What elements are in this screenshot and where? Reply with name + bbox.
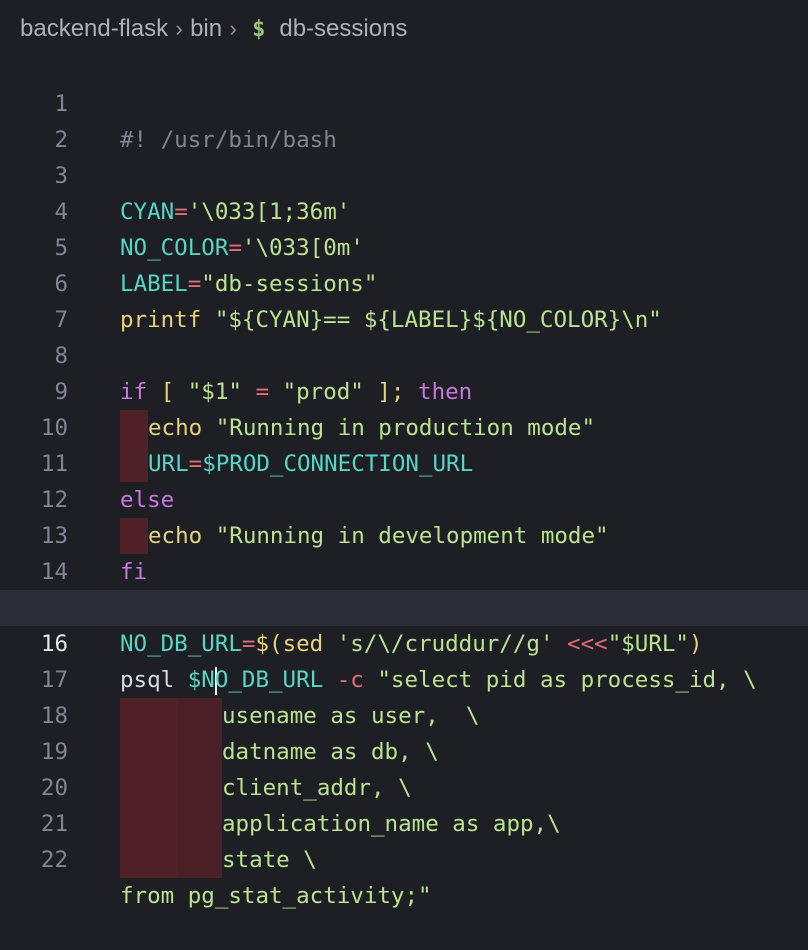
code-line-12[interactable]: 12 echo "Running in development mode": [0, 446, 808, 554]
indent-error-marker: [178, 842, 222, 878]
code-line-21[interactable]: 21 state \: [0, 770, 808, 878]
code-line-17[interactable]: 17 usename as user, \: [0, 626, 808, 734]
chevron-right-icon: ›: [175, 16, 183, 41]
code-line-11[interactable]: 11 else: [0, 410, 808, 513]
code-line-10[interactable]: 10 URL=$PROD_CONNECTION_URL: [0, 374, 808, 482]
code-line-2[interactable]: 2: [0, 86, 808, 153]
string-literal: state \: [222, 847, 317, 873]
breadcrumb-subfolder[interactable]: bin: [190, 15, 222, 43]
code-line-14[interactable]: 14: [0, 518, 808, 585]
breadcrumb: backend-flask › bin › $ db-sessions: [20, 12, 407, 46]
code-line-5[interactable]: 5 LABEL="db-sessions": [0, 194, 808, 297]
string-literal: from pg_stat_activity;": [120, 883, 432, 909]
code-line-19[interactable]: 19 client_addr, \: [0, 698, 808, 806]
breadcrumb-folder[interactable]: backend-flask: [20, 15, 168, 43]
chevron-right-icon: ›: [229, 16, 237, 41]
code-editor[interactable]: 1 #! /usr/bin/bash 2 3 CYAN='\033[1;36m'…: [0, 50, 808, 909]
code-line-15[interactable]: 15 NO_DB_URL=$(sed 's/\/cruddur//g' <<<"…: [0, 554, 808, 657]
dollar-icon: $: [252, 16, 266, 42]
line-number: 22: [40, 847, 68, 873]
breadcrumb-file[interactable]: db-sessions: [279, 15, 407, 43]
code-line-13[interactable]: 13 fi: [0, 482, 808, 585]
code-line-3[interactable]: 3 CYAN='\033[1;36m': [0, 122, 808, 225]
code-line-8[interactable]: 8 if [ "$1" = "prod" ]; then: [0, 302, 808, 405]
code-line-18[interactable]: 18 datname as db, \: [0, 662, 808, 770]
code-line-20[interactable]: 20 application_name as app,\: [0, 734, 808, 842]
code-line-4[interactable]: 4 NO_COLOR='\033[0m': [0, 158, 808, 261]
indent-error-marker: [120, 842, 178, 878]
code-line-7[interactable]: 7: [0, 266, 808, 333]
code-line-6[interactable]: 6 printf "${CYAN}== ${LABEL}${NO_COLOR}\…: [0, 230, 808, 333]
code-line-9[interactable]: 9 echo "Running in production mode": [0, 338, 808, 446]
code-line-22[interactable]: 22 from pg_stat_activity;": [0, 806, 808, 909]
code-line-16[interactable]: 16 psql $NO_DB_URL -c "select pid as pro…: [0, 590, 808, 695]
code-line-1[interactable]: 1 #! /usr/bin/bash: [0, 50, 808, 153]
